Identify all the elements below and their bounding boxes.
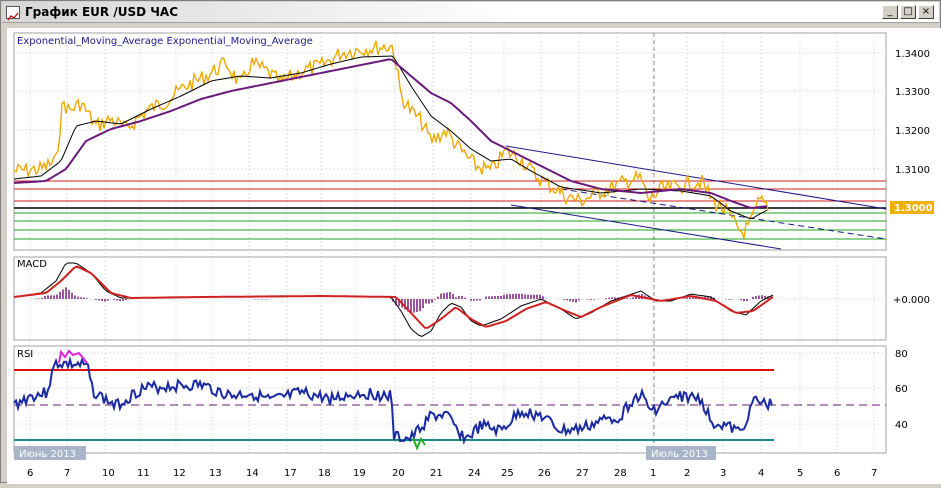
x-axis-day-label: 1 <box>650 468 656 479</box>
x-axis-day-label: 2 <box>684 468 690 479</box>
close-button[interactable]: × <box>918 5 934 19</box>
title-bar[interactable]: График EUR /USD ЧАС _ □ × <box>2 2 939 23</box>
x-axis-day-label: 11 <box>137 468 150 479</box>
macd-zero-tick: +0.000 <box>893 295 930 306</box>
x-axis-day-label: 24 <box>468 468 481 479</box>
x-axis-day-labels: 6 7 10 11 12 13 14 17 18 19 20 21 24 25 26 27 28 1 2 3 4 5 6 7 <box>27 468 877 479</box>
price-tick: 1.3100 <box>895 165 930 176</box>
maximize-button[interactable]: □ <box>900 5 916 19</box>
main-price-panel[interactable] <box>13 32 887 251</box>
x-axis-day-label: 28 <box>614 468 627 479</box>
x-axis-day-label: 10 <box>102 468 115 479</box>
macd-label: MACD <box>17 259 47 270</box>
x-axis-day-label: 21 <box>430 468 443 479</box>
rsi-label: RSI <box>17 349 33 360</box>
chart-app-icon <box>6 6 20 21</box>
minimize-button[interactable]: _ <box>882 5 898 19</box>
x-axis-day-label: 7 <box>871 468 877 479</box>
x-axis-day-label: 3 <box>720 468 726 479</box>
x-axis-day-label: 17 <box>284 468 297 479</box>
month-label: Июль 2013 <box>651 449 708 460</box>
x-axis-day-label: 18 <box>318 468 331 479</box>
x-axis-day-label: 7 <box>64 468 70 479</box>
rsi-tick: 40 <box>895 420 908 431</box>
price-tick: 1.3400 <box>895 49 930 60</box>
chart-area[interactable]: Exponential_Moving_Average Exponential_M… <box>7 28 941 484</box>
x-axis-day-label: 27 <box>576 468 589 479</box>
x-axis-day-label: 20 <box>392 468 405 479</box>
rsi-panel[interactable] <box>13 345 887 454</box>
x-axis-day-label: 6 <box>27 468 33 479</box>
x-axis-day-label: 19 <box>353 468 366 479</box>
x-axis-day-label: 14 <box>246 468 259 479</box>
window-title: График EUR /USD ЧАС <box>25 5 179 19</box>
price-tick: 1.3200 <box>895 126 930 137</box>
chart-window: График EUR /USD ЧАС _ □ × Exponential_Mo… <box>0 0 941 484</box>
rsi-tick: 60 <box>895 384 908 395</box>
x-axis-day-label: 4 <box>758 468 764 479</box>
chart-svg[interactable]: Exponential_Moving_Average Exponential_M… <box>7 28 941 484</box>
x-axis-day-label: 5 <box>797 468 803 479</box>
x-axis-day-label: 13 <box>209 468 222 479</box>
current-price-label: 1.3000 <box>894 203 933 214</box>
main-legend: Exponential_Moving_Average Exponential_M… <box>17 36 313 47</box>
x-axis-day-label: 6 <box>834 468 840 479</box>
rsi-tick: 80 <box>895 349 908 360</box>
x-axis-day-label: 26 <box>538 468 551 479</box>
x-axis-day-label: 25 <box>501 468 514 479</box>
month-label: Июнь 2013 <box>19 449 76 460</box>
x-axis-day-label: 12 <box>173 468 186 479</box>
price-tick: 1.3300 <box>895 87 930 98</box>
